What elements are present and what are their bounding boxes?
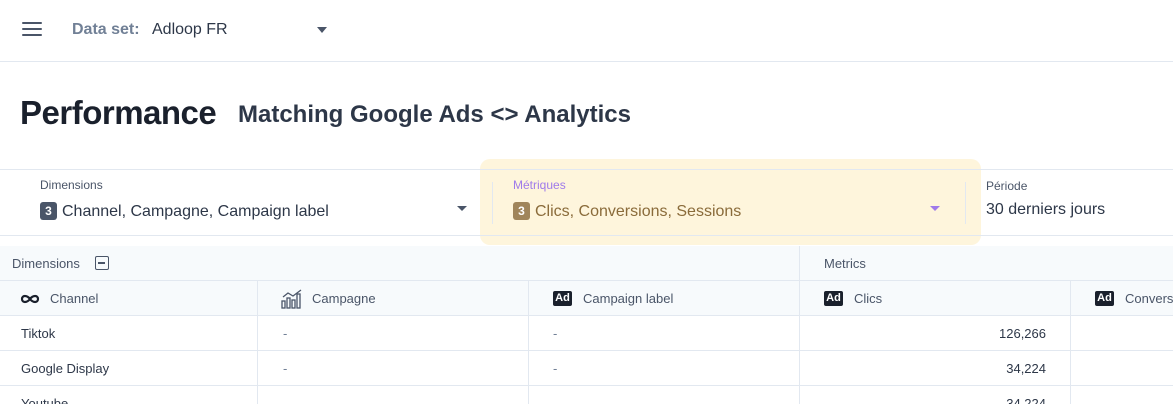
metrics-filter-text: Clics, Conversions, Sessions [535, 203, 742, 220]
page-subtitle: Matching Google Ads <> Analytics [238, 101, 631, 128]
cell-clics: 34,224 [1006, 396, 1046, 404]
cell-clics: 34,224 [1006, 361, 1046, 376]
collapse-icon[interactable] [95, 256, 109, 270]
metrics-filter-label: Métriques [513, 178, 566, 192]
dimensions-filter[interactable]: Dimensions 3 Channel, Campagne, Campaign … [0, 170, 480, 237]
dimensions-filter-text: Channel, Campagne, Campaign label [62, 203, 329, 220]
cell-channel: Tiktok [21, 326, 56, 341]
column-label: Conversions [1125, 291, 1173, 306]
cell-campagne: - [283, 326, 288, 341]
infinity-icon [20, 294, 40, 304]
cell-channel: Youtube [21, 396, 69, 404]
period-filter-value: 30 derniers jours [986, 201, 1106, 218]
dataset-label: Data set: [72, 21, 140, 38]
column-label: Clics [854, 291, 883, 306]
chevron-down-icon [457, 206, 467, 211]
table-header: Channel Campagne Ad Campaign label Ad Cl… [0, 281, 1173, 316]
ad-icon: Ad [553, 291, 572, 306]
metrics-count-badge: 3 [513, 202, 530, 220]
table-group-header: Dimensions Metrics [0, 246, 1173, 281]
performance-table: Dimensions Metrics Channel Campagne Ad C… [0, 246, 1173, 404]
metrics-filter-value: 3 Clics, Conversions, Sessions [513, 202, 741, 221]
chevron-down-icon[interactable] [317, 27, 327, 33]
dimensions-filter-label: Dimensions [40, 178, 103, 192]
column-header-campaign-label[interactable]: Ad Campaign label [529, 281, 800, 316]
group-divider [799, 246, 800, 281]
chevron-down-icon [930, 206, 940, 211]
column-header-channel[interactable]: Channel [0, 281, 258, 316]
cell-campaign-label: - [553, 361, 558, 376]
chart-icon [281, 289, 302, 309]
cell-campaign-label: - [553, 326, 558, 341]
table-row[interactable]: Tiktok - - 126,266 [0, 316, 1173, 351]
cell-clics: 126,266 [999, 326, 1046, 341]
dimensions-filter-value: 3 Channel, Campagne, Campaign label [40, 202, 329, 221]
hamburger-menu-icon[interactable] [22, 22, 42, 38]
ad-icon: Ad [1095, 291, 1114, 306]
group-metrics-label: Metrics [824, 256, 866, 271]
table-row[interactable]: Youtube 34,224 [0, 386, 1173, 404]
column-header-clics[interactable]: Ad Clics [800, 281, 1071, 316]
page-title: Performance [20, 94, 217, 131]
top-bar: Data set: Adloop FR [0, 0, 1173, 62]
period-filter[interactable]: Période 30 derniers jours [966, 170, 1173, 237]
column-header-campagne[interactable]: Campagne [258, 281, 529, 316]
cell-channel: Google Display [21, 361, 110, 376]
table-row[interactable]: Google Display - - 34,224 [0, 351, 1173, 386]
column-label: Campaign label [583, 291, 674, 306]
dimensions-count-badge: 3 [40, 202, 57, 220]
metrics-filter[interactable]: Métriques 3 Clics, Conversions, Sessions [493, 170, 965, 237]
cell-campagne: - [283, 361, 288, 376]
column-label: Channel [50, 291, 99, 306]
column-label: Campagne [312, 291, 376, 306]
group-dimensions-label: Dimensions [12, 256, 80, 271]
filter-bar: Dimensions 3 Channel, Campagne, Campaign … [0, 169, 1173, 236]
period-filter-label: Période [986, 179, 1028, 193]
ad-icon: Ad [824, 291, 843, 306]
dataset-value: Adloop FR [152, 21, 228, 38]
column-header-conversions[interactable]: Ad Conversions [1071, 281, 1173, 316]
